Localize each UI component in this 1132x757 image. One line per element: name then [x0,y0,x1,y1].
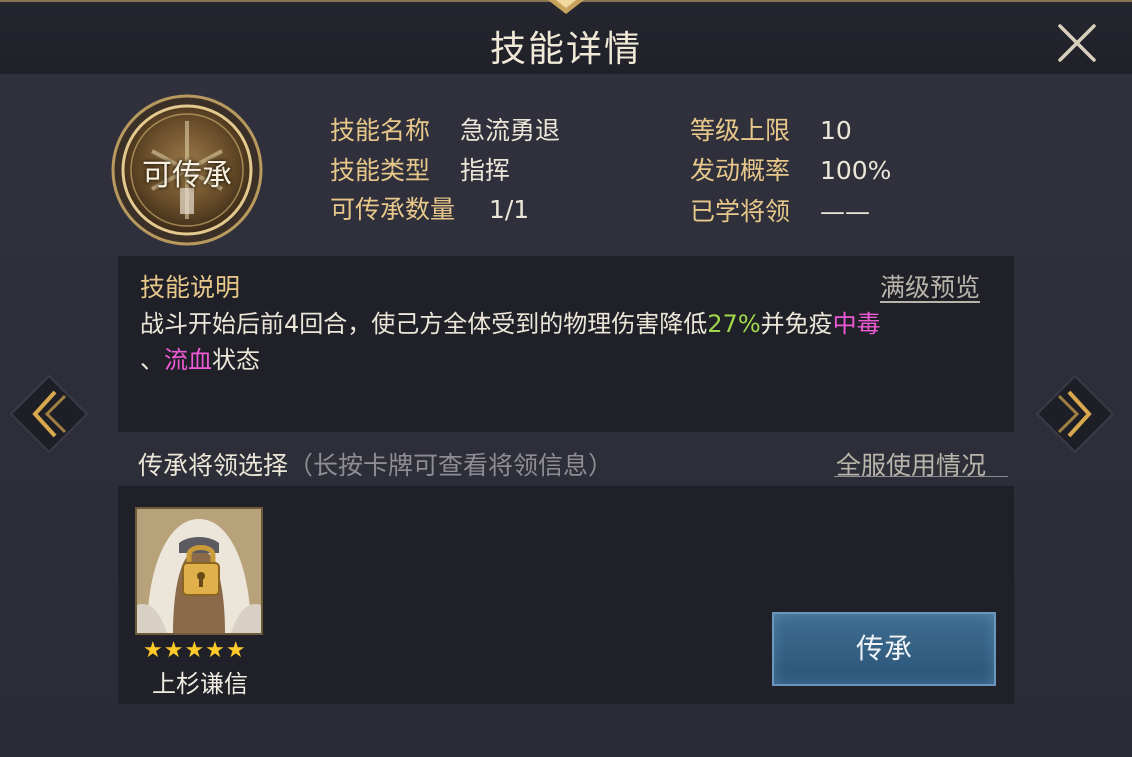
level-cap-label: 等级上限 [690,116,791,145]
next-arrow-icon[interactable] [1035,374,1115,454]
description-separator: 、 [140,346,164,374]
level-cap-value: 10 [819,116,852,145]
description-part-1: 战斗开始后前4回合，使己方全体受到的物理伤害降低 [140,310,708,338]
info-level-cap: 等级上限 10 [690,111,852,147]
general-card[interactable] [135,507,263,635]
skill-name-label: 技能名称 [330,116,431,145]
learned-generals-value: —— [819,197,870,226]
previous-arrow-icon[interactable] [9,374,89,454]
general-star-rating: ★★★★★ [143,638,247,663]
lock-icon [182,545,220,596]
inherit-count-label: 可传承数量 [330,195,456,224]
selection-title: 传承将领选择（长按卡牌可查看将领信息） [138,446,613,482]
description-part-3: 状态 [212,346,260,374]
skill-type-label: 技能类型 [330,156,431,185]
info-skill-name: 技能名称 急流勇退 [330,111,560,147]
full-level-preview-link[interactable]: 满级预览 [880,268,980,304]
header-bar: 技能详情 [0,0,1132,76]
selection-title-text: 传承将领选择 [138,451,289,480]
info-trigger-rate: 发动概率 100% [690,151,891,187]
close-icon[interactable] [1054,20,1100,66]
damage-reduction-value: 27% [707,310,761,338]
status-poison: 中毒 [832,310,881,338]
emblem-label: 可传承 [142,158,232,193]
trigger-rate-value: 100% [819,156,892,185]
selection-hint: （长按卡牌可查看将领信息） [288,451,614,480]
description-part-2: 并免疫 [760,310,833,338]
server-usage-underline [834,476,1008,477]
trigger-rate-label: 发动概率 [690,156,791,185]
header-ornament [548,0,584,14]
learned-generals-label: 已学将领 [690,197,791,226]
skill-name-value: 急流勇退 [459,116,560,145]
description-text: 战斗开始后前4回合，使己方全体受到的物理伤害降低27%并免疫中毒、流血状态 [140,306,980,378]
description-title: 技能说明 [140,273,241,302]
skill-type-value: 指挥 [459,156,510,185]
inherit-count-value: 1/1 [488,195,530,224]
info-skill-type: 技能类型 指挥 [330,151,510,187]
general-name: 上杉谦信 [152,670,248,698]
info-learned-generals: 已学将领 —— [690,192,870,228]
info-inherit-count: 可传承数量 1/1 [330,190,529,226]
inherit-button[interactable]: 传承 [772,612,996,686]
status-bleed: 流血 [164,346,212,374]
page-title: 技能详情 [489,29,642,70]
